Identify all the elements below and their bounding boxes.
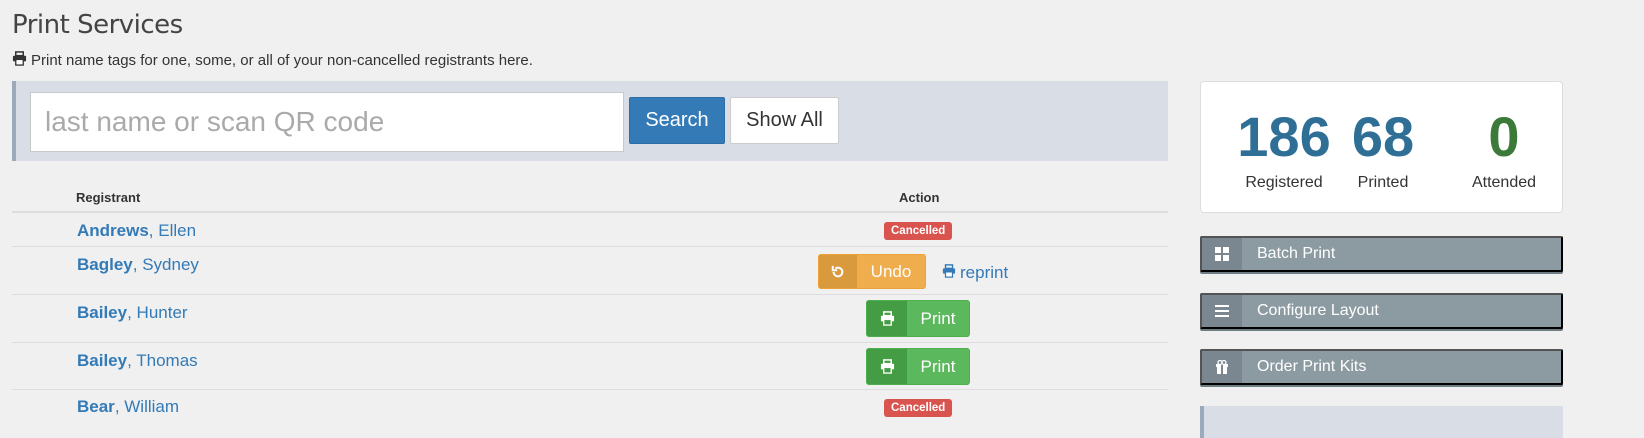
stat-registered: 186 Registered xyxy=(1221,106,1347,192)
search-bar: Search Show All xyxy=(12,81,1168,161)
subtitle-text: Print name tags for one, some, or all of… xyxy=(31,52,533,69)
stat-printed: 68 Printed xyxy=(1338,106,1428,192)
table-header: Registrant Action xyxy=(12,181,1168,213)
stat-registered-value: 186 xyxy=(1237,105,1331,168)
print-label: Print xyxy=(920,356,956,376)
stat-attended-value: 0 xyxy=(1488,105,1520,168)
order-print-kits-button[interactable]: Order Print Kits xyxy=(1200,349,1563,385)
batch-print-label: Batch Print xyxy=(1257,245,1336,262)
registrant-table: Registrant Action Andrews, Ellen Cancell… xyxy=(12,181,1168,430)
table-row: Bagley, Sydney Undo reprint xyxy=(12,247,1168,295)
stat-attended-label: Attended xyxy=(1471,174,1537,191)
print-button[interactable]: Print xyxy=(866,300,970,337)
table-row: Bear, William Cancelled xyxy=(12,390,1168,430)
print-button[interactable]: Print xyxy=(866,348,970,385)
stat-registered-label: Registered xyxy=(1245,174,1323,191)
grid-icon xyxy=(1202,238,1242,270)
order-print-kits-label: Order Print Kits xyxy=(1257,358,1367,375)
configure-layout-label: Configure Layout xyxy=(1257,302,1379,319)
table-row: Bailey, Thomas Print xyxy=(12,343,1168,390)
print-label: Print xyxy=(920,308,956,328)
print-icon xyxy=(867,301,907,336)
registrant-name-link[interactable]: Andrews, Ellen xyxy=(77,221,196,241)
undo-icon xyxy=(819,255,857,288)
search-input[interactable] xyxy=(30,92,624,152)
bars-icon xyxy=(1202,295,1242,327)
reprint-label: reprint xyxy=(960,263,1009,282)
configure-layout-button[interactable]: Configure Layout xyxy=(1200,293,1563,329)
table-row: Bailey, Hunter Print xyxy=(12,295,1168,343)
print-icon xyxy=(12,51,27,70)
gift-icon xyxy=(1202,351,1242,383)
undo-label: Undo xyxy=(870,261,912,281)
cancelled-badge: Cancelled xyxy=(884,399,953,417)
stat-printed-label: Printed xyxy=(1357,174,1409,191)
cancelled-badge: Cancelled xyxy=(884,222,953,240)
stat-printed-value: 68 xyxy=(1351,105,1415,168)
reprint-link[interactable]: reprint xyxy=(942,263,1008,283)
batch-print-button[interactable]: Batch Print xyxy=(1200,236,1563,272)
print-icon xyxy=(942,263,956,283)
registrant-name-link[interactable]: Bear, William xyxy=(77,397,179,417)
page-subtitle: Print name tags for one, some, or all of… xyxy=(12,51,533,70)
stat-attended: 0 Attended xyxy=(1454,106,1554,192)
table-row: Andrews, Ellen Cancelled xyxy=(12,213,1168,247)
registrant-name-link[interactable]: Bailey, Hunter xyxy=(77,303,188,323)
sidebar-panel xyxy=(1200,406,1563,438)
registrant-name-link[interactable]: Bailey, Thomas xyxy=(77,351,198,371)
column-registrant: Registrant xyxy=(76,190,141,205)
search-button[interactable]: Search xyxy=(629,97,725,144)
print-icon xyxy=(867,349,907,384)
show-all-button[interactable]: Show All xyxy=(730,97,839,144)
stats-panel: 186 Registered 68 Printed 0 Attended xyxy=(1200,81,1563,213)
page-title: Print Services xyxy=(12,10,183,40)
undo-button[interactable]: Undo xyxy=(818,254,926,289)
registrant-name-link[interactable]: Bagley, Sydney xyxy=(77,255,199,275)
column-action: Action xyxy=(899,190,940,205)
